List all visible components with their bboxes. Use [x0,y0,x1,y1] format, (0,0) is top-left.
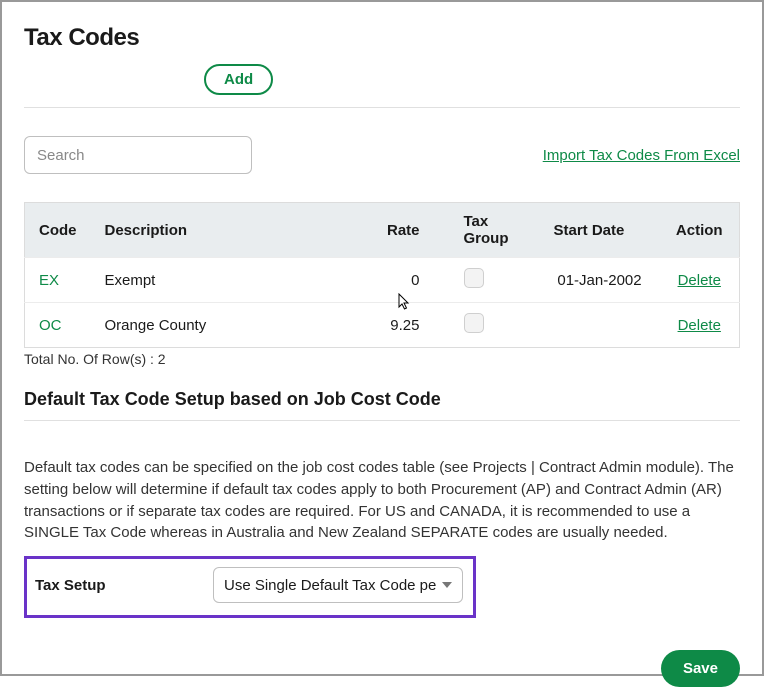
code-cell[interactable]: EX [25,258,91,303]
page-title: Tax Codes [24,24,740,52]
col-code: Code [25,203,91,258]
save-row: Save [24,650,740,687]
tax-codes-table: Code Description Rate Tax Group Start Da… [24,202,740,348]
action-cell: Delete [660,303,740,348]
col-rate: Rate [350,203,450,258]
rate-cell: 0 [350,258,450,303]
tax-setup-select[interactable]: Use Single Default Tax Code pe [213,567,463,603]
col-description: Description [91,203,350,258]
checkbox[interactable] [464,313,484,333]
action-cell: Delete [660,258,740,303]
search-import-row: Import Tax Codes From Excel [24,136,740,174]
desc-cell: Exempt [91,258,350,303]
total-rows-label: Total No. Of Row(s) : 2 [24,351,740,367]
tax-group-cell [450,258,540,303]
table-row: OC Orange County 9.25 Delete [25,303,740,348]
chevron-down-icon [442,582,452,588]
start-date-cell: 01-Jan-2002 [540,258,660,303]
delete-link[interactable]: Delete [678,317,721,334]
tax-setup-label: Tax Setup [35,577,213,594]
divider [24,420,740,421]
save-button[interactable]: Save [661,650,740,687]
add-button[interactable]: Add [204,64,273,95]
add-row: Add [24,64,740,108]
import-link[interactable]: Import Tax Codes From Excel [543,147,740,164]
rate-cell: 9.25 [350,303,450,348]
delete-link[interactable]: Delete [678,272,721,289]
col-start-date: Start Date [540,203,660,258]
table-row: EX Exempt 0 01-Jan-2002 Delete [25,258,740,303]
setup-heading: Default Tax Code Setup based on Job Cost… [24,389,740,410]
code-cell[interactable]: OC [25,303,91,348]
select-value: Use Single Default Tax Code pe [224,577,436,594]
tax-setup-highlight: Tax Setup Use Single Default Tax Code pe [24,556,476,618]
tax-group-cell [450,303,540,348]
col-tax-group: Tax Group [450,203,540,258]
checkbox[interactable] [464,268,484,288]
search-input[interactable] [24,136,252,174]
desc-cell: Orange County [91,303,350,348]
setup-help-text: Default tax codes can be specified on th… [24,457,740,544]
col-action: Action [660,203,740,258]
start-date-cell [540,303,660,348]
